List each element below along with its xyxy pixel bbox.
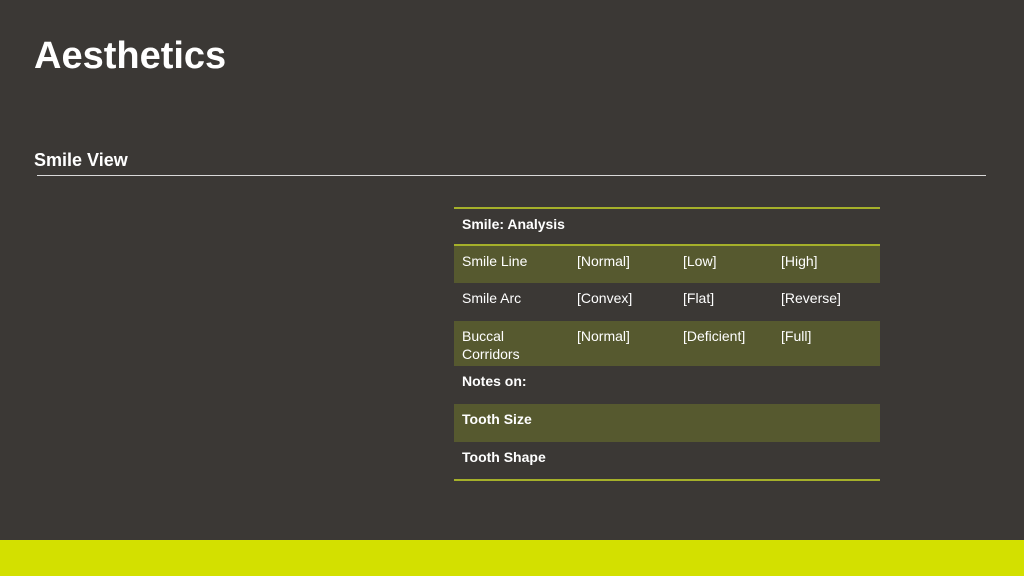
notes-label: Notes on: bbox=[462, 373, 527, 389]
notes-item: Tooth Size bbox=[454, 404, 881, 442]
notes-item: Tooth Shape bbox=[462, 449, 546, 465]
table-row-smile-arc: Smile Arc [Convex] [Flat] [Reverse] bbox=[454, 283, 880, 321]
table-row-smile-line: Smile Line [Normal] [Low] [High] bbox=[454, 245, 881, 283]
option-cell: [Reverse] bbox=[781, 290, 841, 306]
table-row-notes: Notes on: bbox=[454, 366, 880, 404]
option-cell: [Deficient] bbox=[675, 321, 773, 366]
smile-analysis-table: Smile: Analysis Smile Line [Normal] [Low… bbox=[454, 207, 881, 481]
section-divider bbox=[37, 175, 986, 176]
option-cell: [Full] bbox=[773, 321, 881, 366]
option-cell: [Convex] bbox=[577, 290, 633, 306]
row-label: Buccal Corridors bbox=[454, 321, 569, 366]
table-header: Smile: Analysis bbox=[454, 208, 881, 246]
option-cell: [Normal] bbox=[569, 321, 675, 366]
table-header-row: Smile: Analysis bbox=[454, 208, 881, 246]
table-row-buccal-corridors: Buccal Corridors [Normal] [Deficient] [F… bbox=[454, 321, 881, 366]
option-cell: [Low] bbox=[675, 245, 773, 283]
option-cell: [High] bbox=[773, 245, 881, 283]
row-label: Smile Arc bbox=[462, 290, 522, 306]
slide-title: Aesthetics bbox=[34, 35, 227, 77]
table-row-tooth-shape: Tooth Shape bbox=[454, 442, 880, 480]
section-heading: Smile View bbox=[34, 150, 128, 170]
option-cell: [Flat] bbox=[683, 290, 715, 306]
footer-accent-bar bbox=[0, 540, 1024, 576]
option-cell: [Normal] bbox=[569, 245, 675, 283]
row-label: Smile Line bbox=[454, 245, 569, 283]
table-row-tooth-size: Tooth Size bbox=[454, 404, 881, 442]
